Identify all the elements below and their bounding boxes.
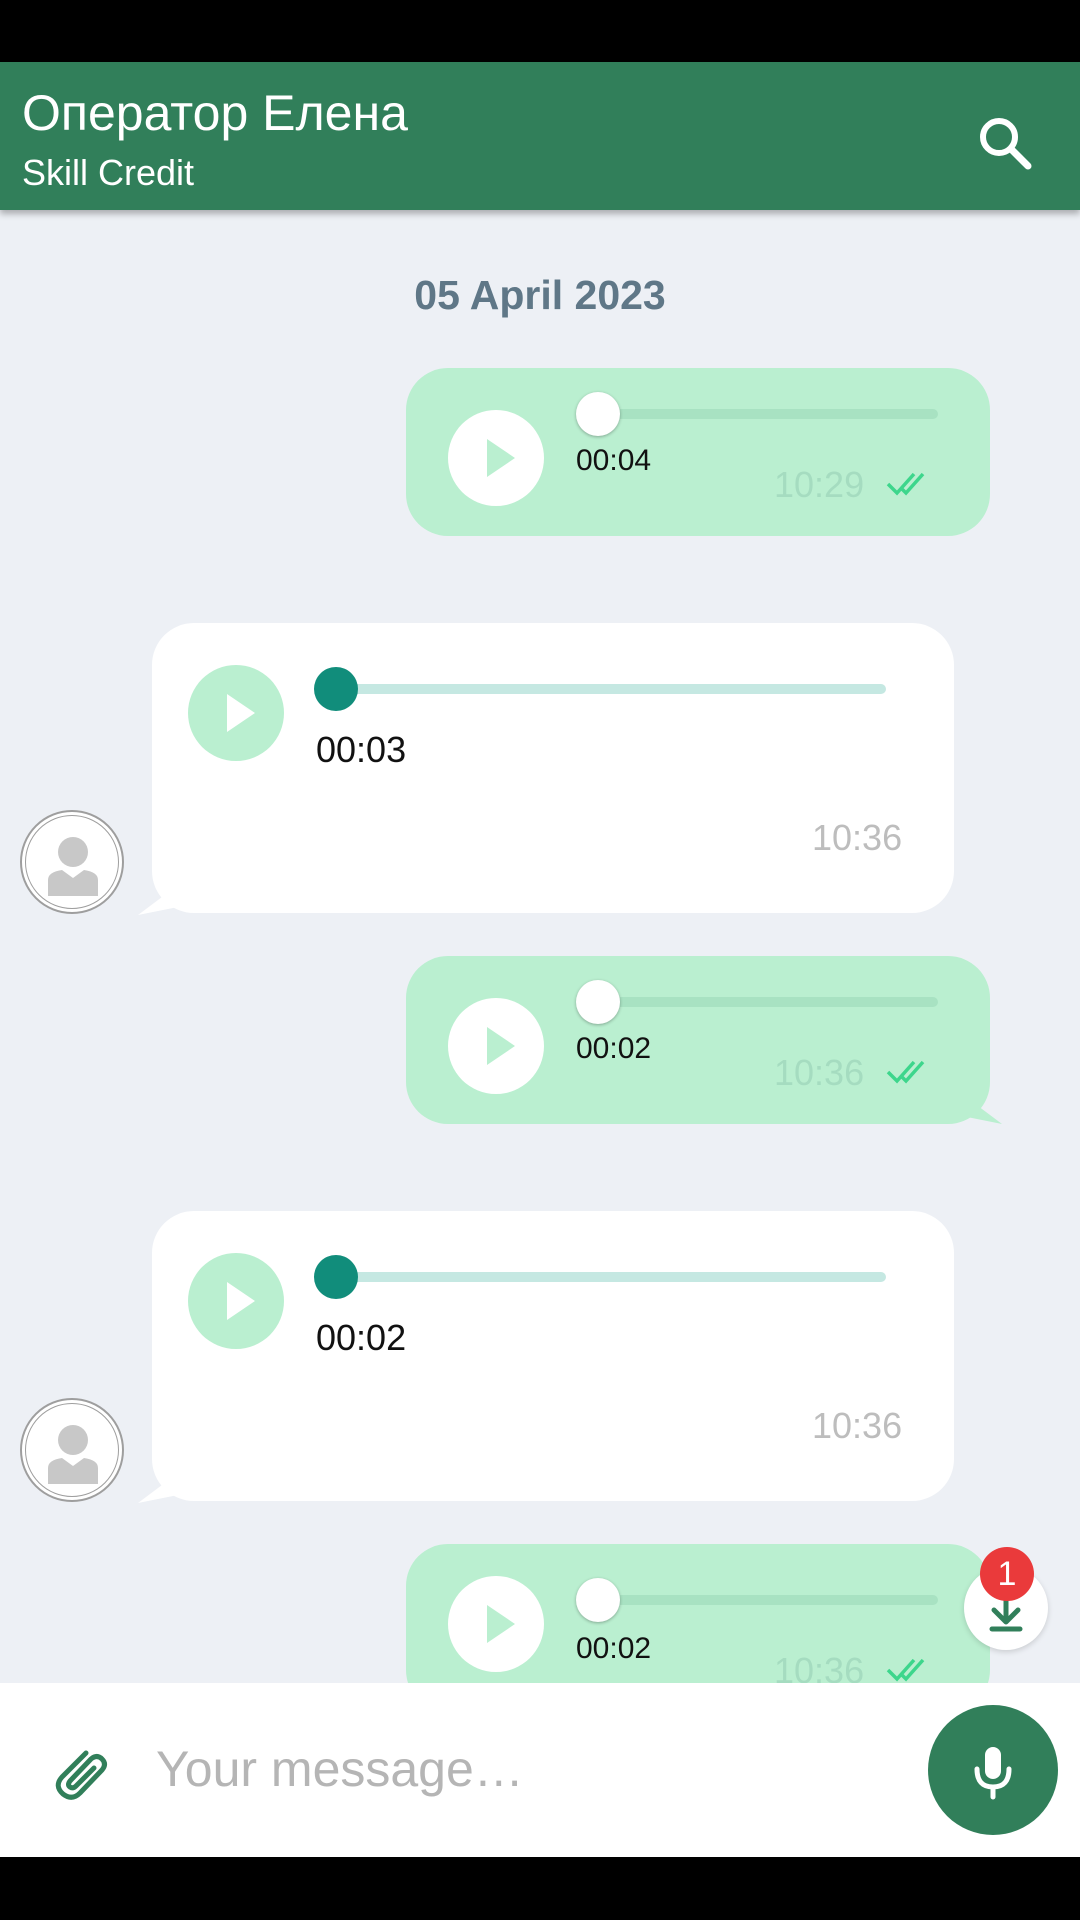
voice-message-incoming: 00:03 10:36 [138,623,954,923]
audio-duration: 00:02 [576,1032,652,1065]
record-voice-button[interactable] [928,1705,1058,1835]
play-button[interactable] [448,998,544,1094]
audio-progress-track[interactable] [318,684,886,694]
audio-duration: 00:04 [576,444,652,477]
audio-progress-thumb[interactable] [576,392,620,436]
double-check-icon [886,1658,925,1682]
play-button[interactable] [448,410,544,506]
contact-subtitle: Skill Credit [22,152,195,193]
contact-name: Оператор Елена [22,85,408,141]
message-time: 10:29 [774,464,865,505]
message-input[interactable] [156,1723,896,1815]
voice-message-outgoing: 00:02 10:36 [406,956,1006,1136]
play-button[interactable] [188,1253,284,1349]
voice-message-incoming: 00:02 10:36 [138,1211,954,1511]
message-time: 10:36 [774,1052,865,1093]
bubble-tail [962,1094,1002,1124]
avatar [20,810,124,914]
audio-progress-track[interactable] [578,1595,938,1605]
search-icon[interactable] [970,108,1040,178]
play-icon [487,439,515,477]
audio-progress-thumb[interactable] [314,1255,358,1299]
status-bar [0,0,1080,62]
message-time: 10:36 [812,817,903,858]
message-time: 10:36 [774,1650,865,1683]
message-composer [0,1683,1080,1857]
voice-message-outgoing: 00:04 10:29 [406,368,1006,548]
message-time: 10:36 [812,1405,903,1446]
double-check-icon [886,472,925,496]
play-icon [487,1605,515,1643]
play-button[interactable] [188,665,284,761]
audio-progress-track[interactable] [578,997,938,1007]
audio-progress-thumb[interactable] [576,980,620,1024]
app-header: Оператор Елена Skill Credit [0,62,1080,210]
audio-progress-track[interactable] [578,409,938,419]
play-icon [487,1027,515,1065]
audio-progress-thumb[interactable] [576,1578,620,1622]
audio-duration: 00:02 [316,1317,407,1358]
unread-count-badge: 1 [980,1547,1034,1601]
play-icon [227,1282,255,1320]
audio-progress-track[interactable] [318,1272,886,1282]
audio-progress-thumb[interactable] [314,667,358,711]
audio-duration: 00:03 [316,729,407,770]
paperclip-icon[interactable] [46,1739,114,1807]
audio-duration: 00:02 [576,1632,652,1665]
chat-area[interactable]: 05 April 2023 00:04 10:29 00:03 10:36 00… [0,210,1080,1683]
play-icon [227,694,255,732]
play-button[interactable] [448,1576,544,1672]
double-check-icon [886,1060,925,1084]
voice-message-outgoing: 00:02 10:36 [406,1544,1006,1683]
date-separator: 05 April 2023 [414,272,666,318]
user-placeholder-icon [48,1425,98,1484]
navigation-bar [0,1857,1080,1920]
avatar [20,1398,124,1502]
microphone-icon [974,1747,1012,1800]
user-placeholder-icon [48,837,98,896]
